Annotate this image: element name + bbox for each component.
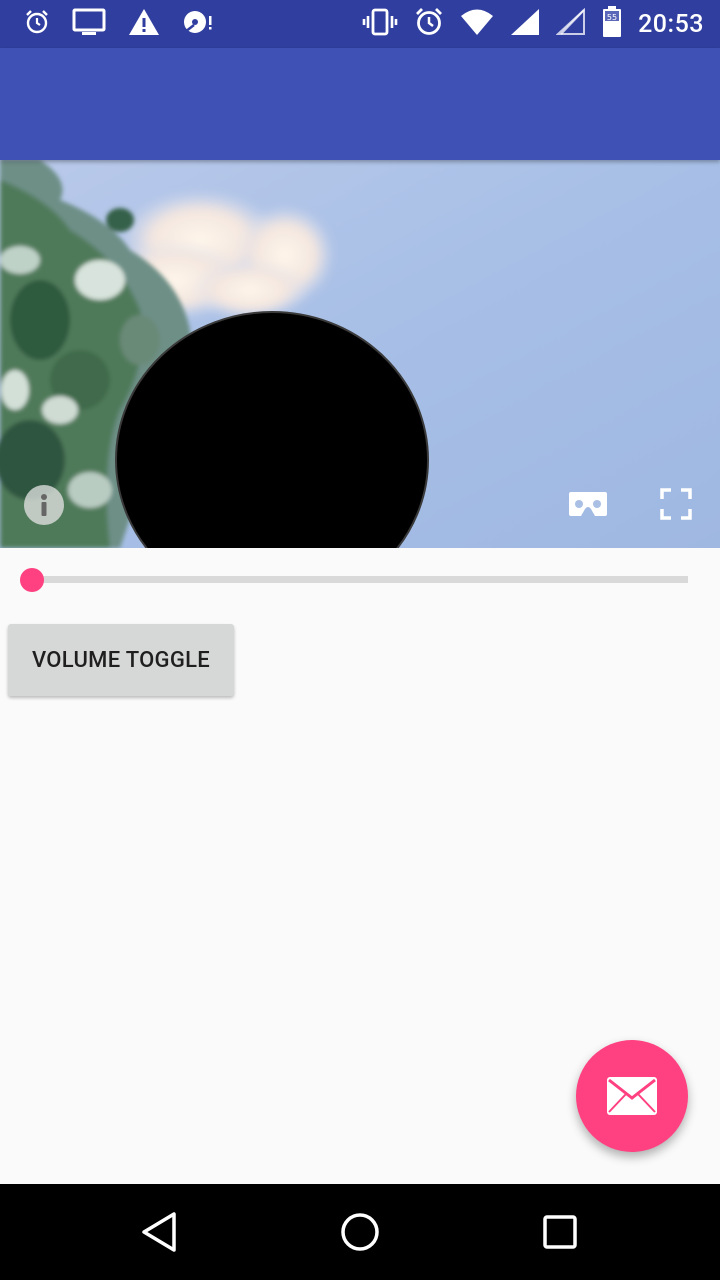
status-time: 20:53 (638, 9, 704, 39)
info-button[interactable] (24, 485, 64, 525)
back-button[interactable] (136, 1208, 184, 1256)
recents-icon (543, 1215, 577, 1249)
cardboard-vr-icon (569, 492, 607, 516)
navigation-bar (0, 1184, 720, 1280)
vibrate-icon (362, 8, 398, 40)
status-bar: 55 20:53 (0, 0, 720, 48)
video-frame (0, 160, 720, 548)
fullscreen-button[interactable] (660, 488, 692, 524)
back-icon (142, 1212, 176, 1252)
email-icon (607, 1077, 657, 1115)
warning-icon (128, 8, 160, 40)
alarm-icon (24, 9, 50, 39)
home-icon (341, 1213, 379, 1251)
volume-toggle-button[interactable]: VOLUME TOGGLE (8, 624, 234, 696)
video-player[interactable] (0, 160, 720, 548)
alarm-clock-icon (414, 7, 444, 41)
email-fab[interactable] (576, 1040, 688, 1152)
cast-screen-icon (72, 8, 106, 40)
info-icon (41, 494, 47, 516)
signal-full-icon (510, 8, 540, 40)
seek-thumb[interactable] (20, 568, 44, 592)
disc-sync-icon (182, 8, 214, 40)
screen: 55 20:53 VOLUME TOGGLE (0, 0, 720, 1280)
fullscreen-icon (660, 488, 692, 520)
seek-bar[interactable] (20, 566, 690, 594)
battery-level: 55 (607, 13, 617, 22)
cardboard-vr-button[interactable] (568, 490, 608, 522)
status-system-icons: 55 20:53 (362, 6, 704, 41)
status-notification-icons (24, 8, 214, 40)
battery-icon: 55 (602, 6, 622, 42)
signal-empty-icon (555, 7, 586, 40)
home-button[interactable] (336, 1208, 384, 1256)
seek-track (32, 576, 688, 583)
app-bar (0, 48, 720, 160)
wifi-icon (460, 8, 494, 40)
recents-button[interactable] (536, 1208, 584, 1256)
